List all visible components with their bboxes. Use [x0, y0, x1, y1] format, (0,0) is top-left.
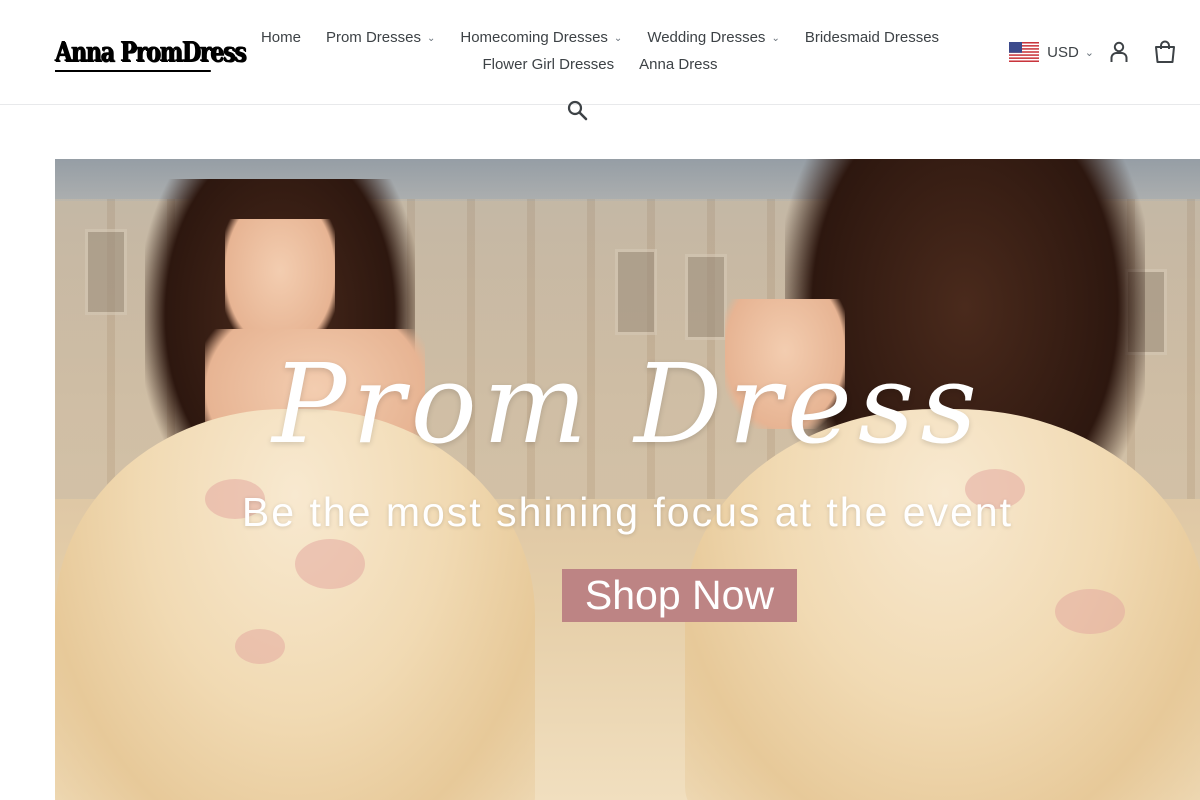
nav-item-label: Prom Dresses: [325, 29, 421, 46]
floral-detail: [235, 629, 285, 664]
nav-item-label: Homecoming Dresses: [460, 29, 608, 46]
nav-item-label: Home: [260, 29, 301, 46]
header-tools: USD ⌄: [1009, 36, 1176, 68]
hero-subtitle: Be the most shining focus at the event: [241, 489, 1014, 535]
floral-detail: [1055, 589, 1125, 634]
nav-item-label: Anna Dress: [639, 56, 718, 73]
chevron-down-icon: ⌄: [613, 33, 623, 44]
nav-item-wedding-dresses[interactable]: Wedding Dresses ⌄: [635, 24, 793, 51]
nav-item-prom-dresses[interactable]: Prom Dresses ⌄: [313, 24, 447, 51]
main-navigation: Home Prom Dresses ⌄ Homecoming Dresses ⌄ W…: [240, 24, 960, 78]
nav-item-homecoming-dresses[interactable]: Homecoming Dresses ⌄: [448, 24, 635, 51]
hero-title: Prom Dress: [272, 340, 983, 468]
hero-banner[interactable]: Prom Dress Be the most shining focus at …: [55, 159, 1200, 800]
nav-row-2: Flower Girl Dresses Anna Dress: [240, 51, 960, 78]
chevron-down-icon: ⌄: [771, 33, 780, 44]
site-header: Anna PromDress Home Prom Dresses ⌄ Homeco…: [0, 0, 1200, 105]
search-button[interactable]: [566, 99, 590, 123]
cart-button[interactable]: [1154, 40, 1176, 64]
chevron-down-icon: ⌄: [1084, 46, 1094, 59]
nav-row-1: Home Prom Dresses ⌄ Homecoming Dresses ⌄ W…: [240, 24, 960, 51]
user-icon: [1110, 41, 1128, 62]
us-flag-icon: [1009, 42, 1040, 62]
store-logo[interactable]: Anna PromDress: [55, 30, 247, 76]
chevron-down-icon: ⌄: [426, 33, 436, 44]
nav-item-anna-dress[interactable]: Anna Dress: [627, 51, 730, 78]
nav-item-flower-girl-dresses[interactable]: Flower Girl Dresses: [470, 51, 627, 78]
account-button[interactable]: [1108, 40, 1130, 64]
window-decoration: [615, 249, 657, 335]
currency-code: USD: [1047, 43, 1079, 61]
nav-item-home[interactable]: Home: [248, 24, 313, 51]
nav-item-label: Bridesmaid Dresses: [804, 29, 940, 46]
nav-item-bridesmaid-dresses[interactable]: Bridesmaid Dresses: [792, 24, 951, 51]
currency-selector[interactable]: USD ⌄: [1009, 42, 1094, 62]
cart-icon: [1155, 40, 1175, 63]
window-decoration: [685, 254, 727, 340]
nav-item-label: Wedding Dresses: [647, 29, 766, 46]
model-right-image: [685, 159, 1200, 800]
shop-now-button[interactable]: Shop Now: [562, 569, 797, 622]
floral-detail: [295, 539, 365, 589]
nav-item-label: Flower Girl Dresses: [482, 56, 615, 73]
search-icon: [567, 100, 588, 121]
